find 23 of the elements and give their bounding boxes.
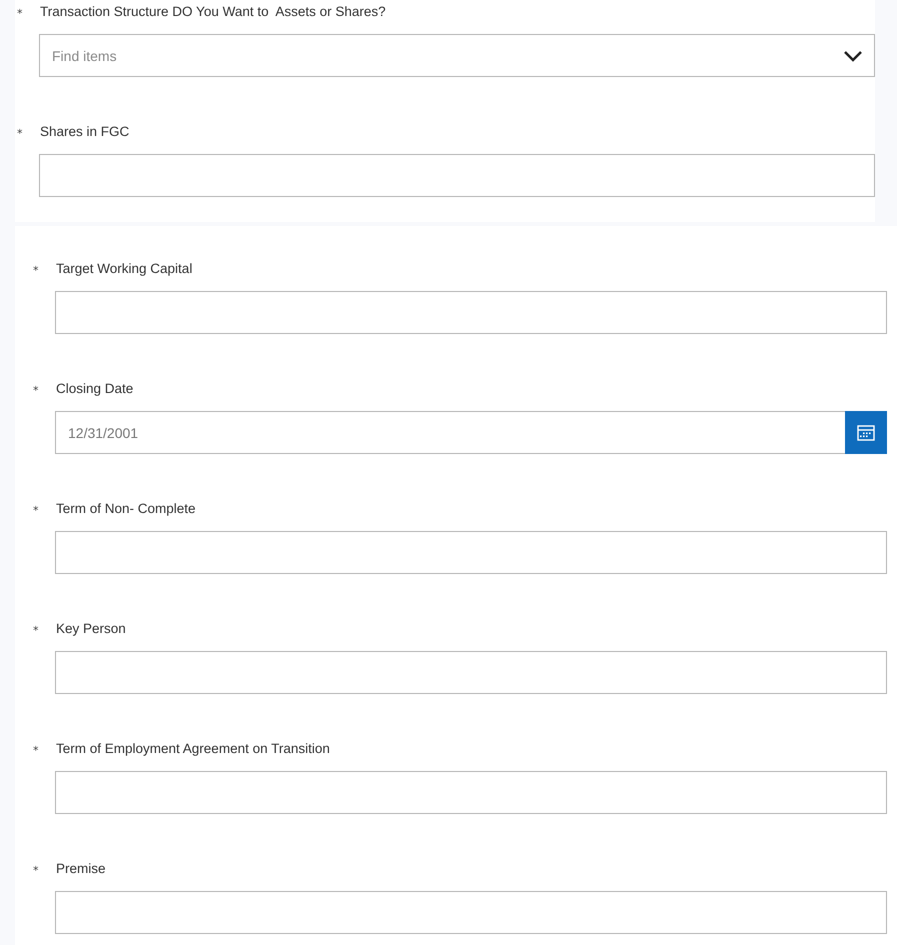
field-label: Shares in FGC <box>40 124 130 139</box>
text-field[interactable] <box>55 531 887 574</box>
required-mark: * <box>33 743 40 757</box>
text-field[interactable] <box>55 291 887 334</box>
field-label: Closing Date <box>56 381 134 396</box>
required-mark: * <box>33 383 40 397</box>
required-mark: * <box>33 503 40 517</box>
field-label: Premise <box>56 861 106 876</box>
field-label: Term of Non- Complete <box>56 501 196 516</box>
text-field[interactable] <box>55 891 887 934</box>
required-mark: * <box>33 623 40 637</box>
text-field[interactable] <box>55 651 887 694</box>
field-label: Transaction Structure DO You Want to Assets or Shares? <box>40 4 386 19</box>
calendar-icon[interactable] <box>845 411 887 454</box>
field-label: Key Person <box>56 621 126 636</box>
required-mark: * <box>33 863 40 877</box>
required-mark: * <box>33 263 40 277</box>
field-label: Term of Employment Agreement on Transition <box>56 741 330 756</box>
field-label: Target Working Capital <box>56 261 192 276</box>
required-mark: * <box>17 6 24 20</box>
required-mark: * <box>17 126 24 140</box>
text-field[interactable] <box>55 771 887 814</box>
text-field[interactable] <box>39 154 875 197</box>
